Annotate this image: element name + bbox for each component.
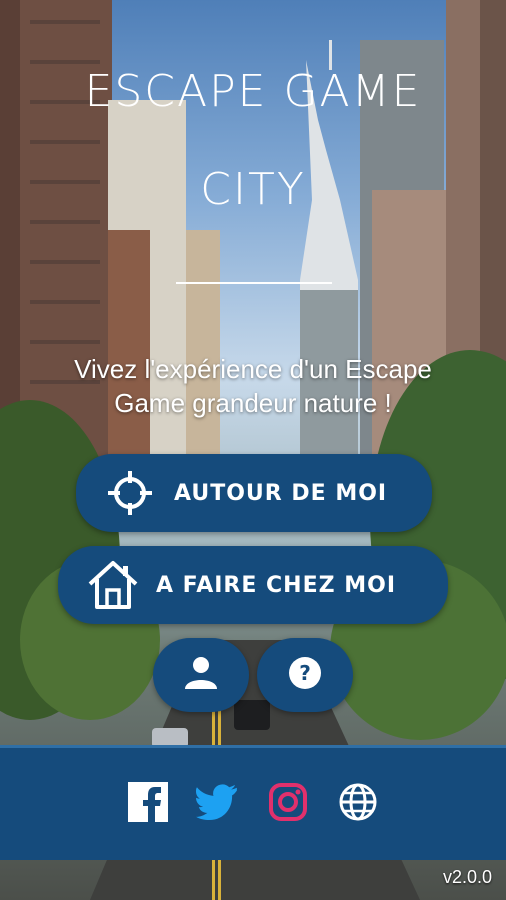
instagram-link[interactable] [268,782,308,827]
svg-text:?: ? [299,661,311,685]
tagline: Vivez l'expérience d'un Escape Game gran… [0,352,506,420]
at-home-label: A FAIRE CHEZ MOI [156,572,397,598]
crosshair-icon [106,469,154,517]
around-me-label: AUTOUR DE MOI [174,480,388,506]
app-title-line1: ESCAPE GAME [84,66,422,117]
social-footer [0,745,506,860]
tagline-line1: Vivez l'expérience d'un Escape [74,354,432,384]
question-icon: ? [288,656,322,695]
website-link[interactable] [338,782,378,827]
twitter-link[interactable] [196,783,240,826]
house-icon [86,558,140,612]
user-icon [183,655,219,696]
around-me-button[interactable]: AUTOUR DE MOI [76,454,432,532]
title-divider [176,282,332,284]
twitter-icon [196,783,240,826]
tagline-line2: Game grandeur nature ! [114,388,392,418]
globe-icon [338,782,378,827]
help-button[interactable]: ? [257,638,353,712]
instagram-icon [268,782,308,827]
version-label: v2.0.0 [442,867,492,887]
facebook-icon [128,781,168,827]
facebook-link[interactable] [128,781,168,827]
app-title-line2: CITY [200,164,306,215]
profile-button[interactable] [153,638,249,712]
at-home-button[interactable]: A FAIRE CHEZ MOI [58,546,448,624]
